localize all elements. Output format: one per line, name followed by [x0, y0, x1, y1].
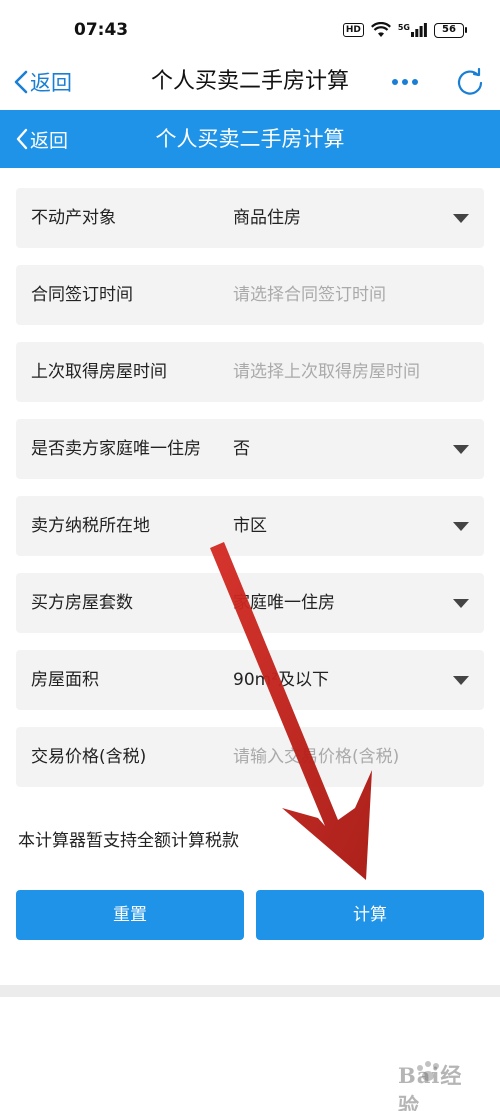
field-label: 不动产对象 [31, 208, 116, 228]
field-contract-date[interactable]: 合同签订时间 请选择合同签订时间 [16, 265, 484, 325]
hd-badge: HD [342, 23, 364, 37]
price-input[interactable] [233, 727, 469, 787]
field-label: 交易价格(含税) [31, 747, 147, 767]
section-divider [0, 985, 500, 997]
signal-icon: 5G [398, 23, 427, 37]
field-value: 否 [233, 439, 250, 459]
field-label: 合同签订时间 [31, 285, 133, 305]
field-label: 卖方纳税所在地 [31, 516, 150, 536]
caret-down-icon [453, 522, 469, 531]
baidu-watermark: Bai经验 [380, 1058, 476, 1111]
watermark-text: Bai经验 [398, 1063, 463, 1111]
field-placeholder: 请选择上次取得房屋时间 [233, 362, 420, 382]
app-header: 返回 个人买卖二手房计算 [0, 110, 500, 168]
field-value: 商品住房 [233, 208, 301, 228]
calculator-note: 本计算器暂支持全额计算税款 [18, 831, 239, 851]
caret-down-icon [453, 599, 469, 608]
calculate-button[interactable]: 计算 [256, 890, 484, 940]
field-seller-tax-location[interactable]: 卖方纳税所在地 市区 [16, 496, 484, 556]
field-property-type[interactable]: 不动产对象 商品住房 [16, 188, 484, 248]
top-title: 个人买卖二手房计算 [150, 69, 349, 94]
status-bar: 07:43 HD 5G 56 [0, 0, 500, 58]
more-icon[interactable] [392, 70, 418, 94]
field-label: 是否卖方家庭唯一住房 [31, 439, 201, 459]
field-label: 上次取得房屋时间 [31, 362, 167, 382]
top-nav: 返回 个人买卖二手房计算 [0, 58, 500, 110]
field-house-area[interactable]: 房屋面积 90m²及以下 [16, 650, 484, 710]
field-transaction-price[interactable]: 交易价格(含税) [16, 727, 484, 787]
field-value: 90m²及以下 [233, 670, 330, 690]
status-time: 07:43 [74, 20, 129, 40]
battery-icon: 56 [434, 22, 467, 38]
caret-down-icon [453, 445, 469, 454]
network-label: 5G [397, 23, 410, 32]
reset-button[interactable]: 重置 [16, 890, 244, 940]
field-seller-only-home[interactable]: 是否卖方家庭唯一住房 否 [16, 419, 484, 479]
field-value: 市区 [233, 516, 267, 536]
field-placeholder: 请选择合同签订时间 [233, 285, 386, 305]
field-buyer-home-count[interactable]: 买方房屋套数 家庭唯一住房 [16, 573, 484, 633]
field-last-acquired-date[interactable]: 上次取得房屋时间 请选择上次取得房屋时间 [16, 342, 484, 402]
refresh-icon[interactable] [454, 66, 486, 98]
field-value: 家庭唯一住房 [233, 593, 335, 613]
calculator-form: 不动产对象 商品住房 合同签订时间 请选择合同签订时间 上次取得房屋时间 请选择… [16, 188, 484, 804]
caret-down-icon [453, 214, 469, 223]
status-icons: HD 5G 56 [342, 22, 467, 38]
field-label: 买方房屋套数 [31, 593, 133, 613]
header-title: 个人买卖二手房计算 [155, 127, 345, 151]
field-label: 房屋面积 [31, 670, 99, 690]
wifi-icon [370, 22, 391, 37]
caret-down-icon [453, 676, 469, 685]
